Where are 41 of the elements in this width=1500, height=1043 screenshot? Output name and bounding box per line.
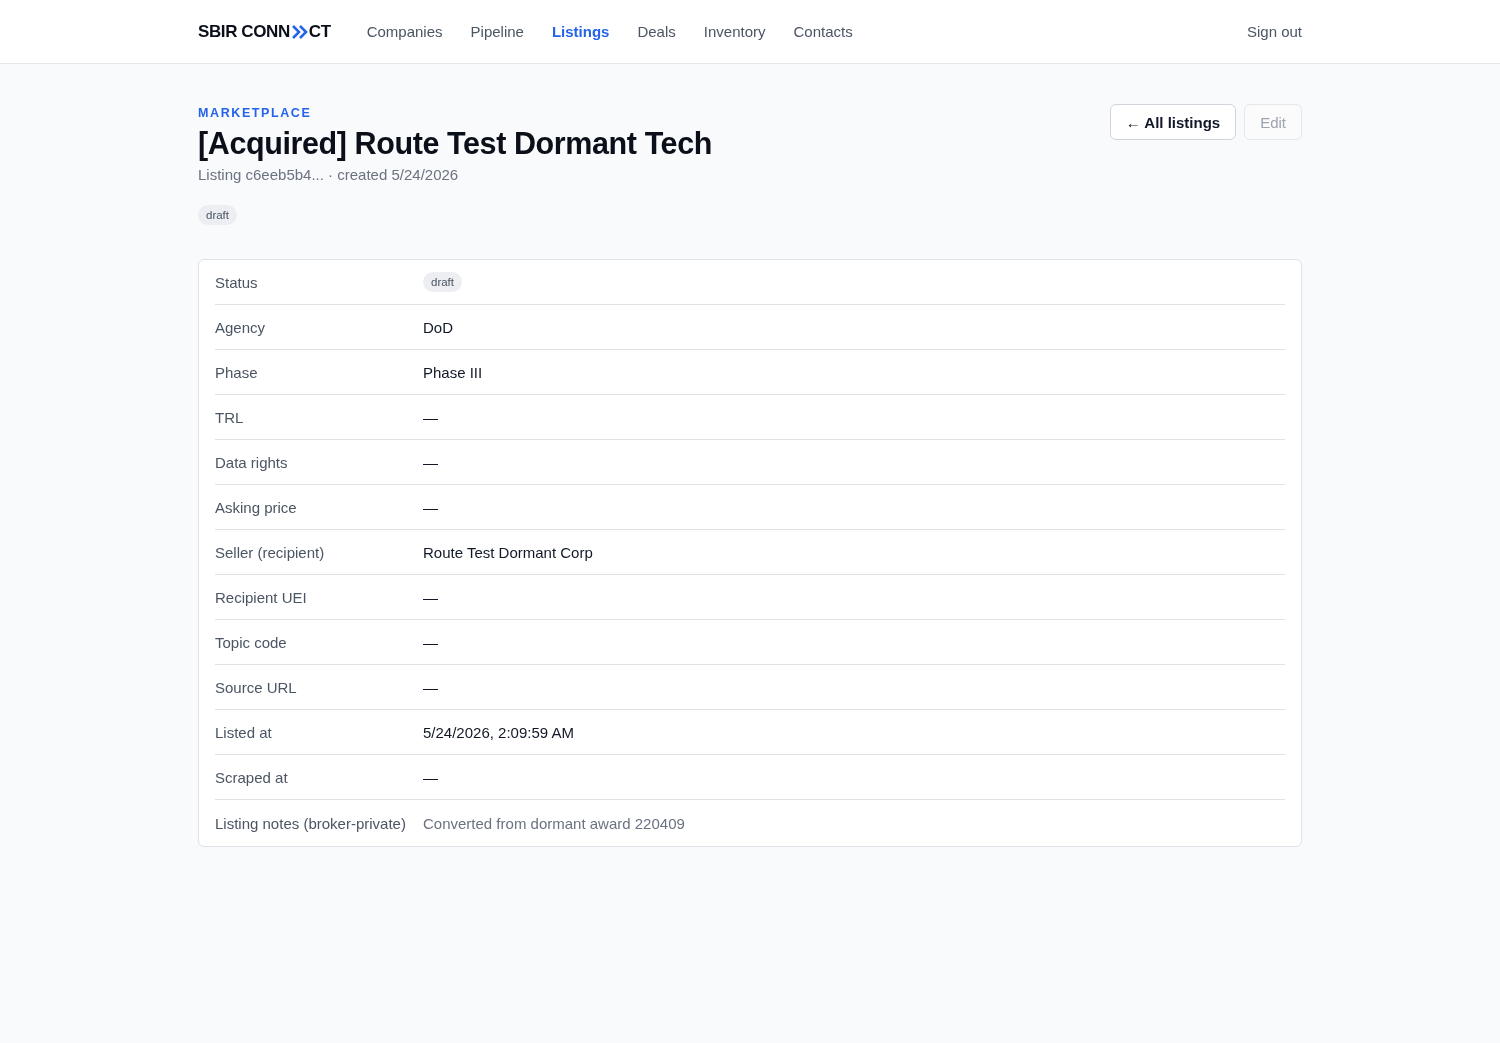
field-value: — [423, 408, 438, 426]
field-label: Scraped at [215, 768, 289, 786]
field-label: Topic code [215, 633, 288, 651]
field-value: Converted from dormant award 220409 [423, 814, 685, 832]
field-value: Phase III [423, 363, 483, 381]
field-label: Listed at [215, 723, 273, 741]
field-label: Listing notes (broker-private) [215, 814, 407, 832]
field-value: DoD [423, 318, 453, 336]
field-label: TRL [215, 408, 245, 426]
field-value: — [423, 453, 438, 471]
field-value: 5/24/2026, 2:09:59 AM [423, 723, 574, 741]
field-label: Source URL [215, 678, 298, 696]
nav-link[interactable]: Pipeline [456, 19, 538, 44]
sign-out-link[interactable]: Sign out [1246, 23, 1302, 40]
status-badge: draft [423, 272, 462, 292]
field-value: — [423, 588, 438, 606]
nav-link[interactable]: Contacts [779, 19, 867, 44]
field-label: Recipient UEI [215, 588, 308, 606]
nav-link[interactable]: Inventory [689, 19, 780, 44]
logo-text: SBIR CONN [198, 21, 290, 42]
listing-meta: Listing c6eeb5b4... · created 5/24/2026 [198, 165, 460, 185]
page-title: [Acquired] Route Test Dormant Tech [198, 125, 712, 161]
double-chevron-icon [291, 24, 308, 39]
field-label: Seller (recipient) [215, 543, 326, 561]
field-value: — [423, 678, 438, 696]
action-button[interactable]: ← All listings [1109, 104, 1237, 140]
nav-link[interactable]: Deals [623, 19, 690, 44]
field-value: — [423, 633, 438, 651]
field-value: — [423, 498, 438, 516]
field-value: — [423, 768, 438, 786]
field-label: Status [215, 273, 259, 291]
field-label: Phase [215, 363, 259, 381]
logo-text: CT [308, 21, 331, 42]
field-label: Asking price [215, 498, 298, 516]
status-badge: draft [198, 205, 237, 225]
nav-link[interactable]: Listings [537, 19, 624, 44]
nav-link[interactable]: Companies [352, 19, 457, 44]
field-label: Data rights [215, 453, 289, 471]
section-eyebrow: MARKETPLACE [198, 105, 313, 121]
field-value: Route Test Dormant Corp [423, 543, 593, 561]
field-label: Agency [215, 318, 267, 336]
